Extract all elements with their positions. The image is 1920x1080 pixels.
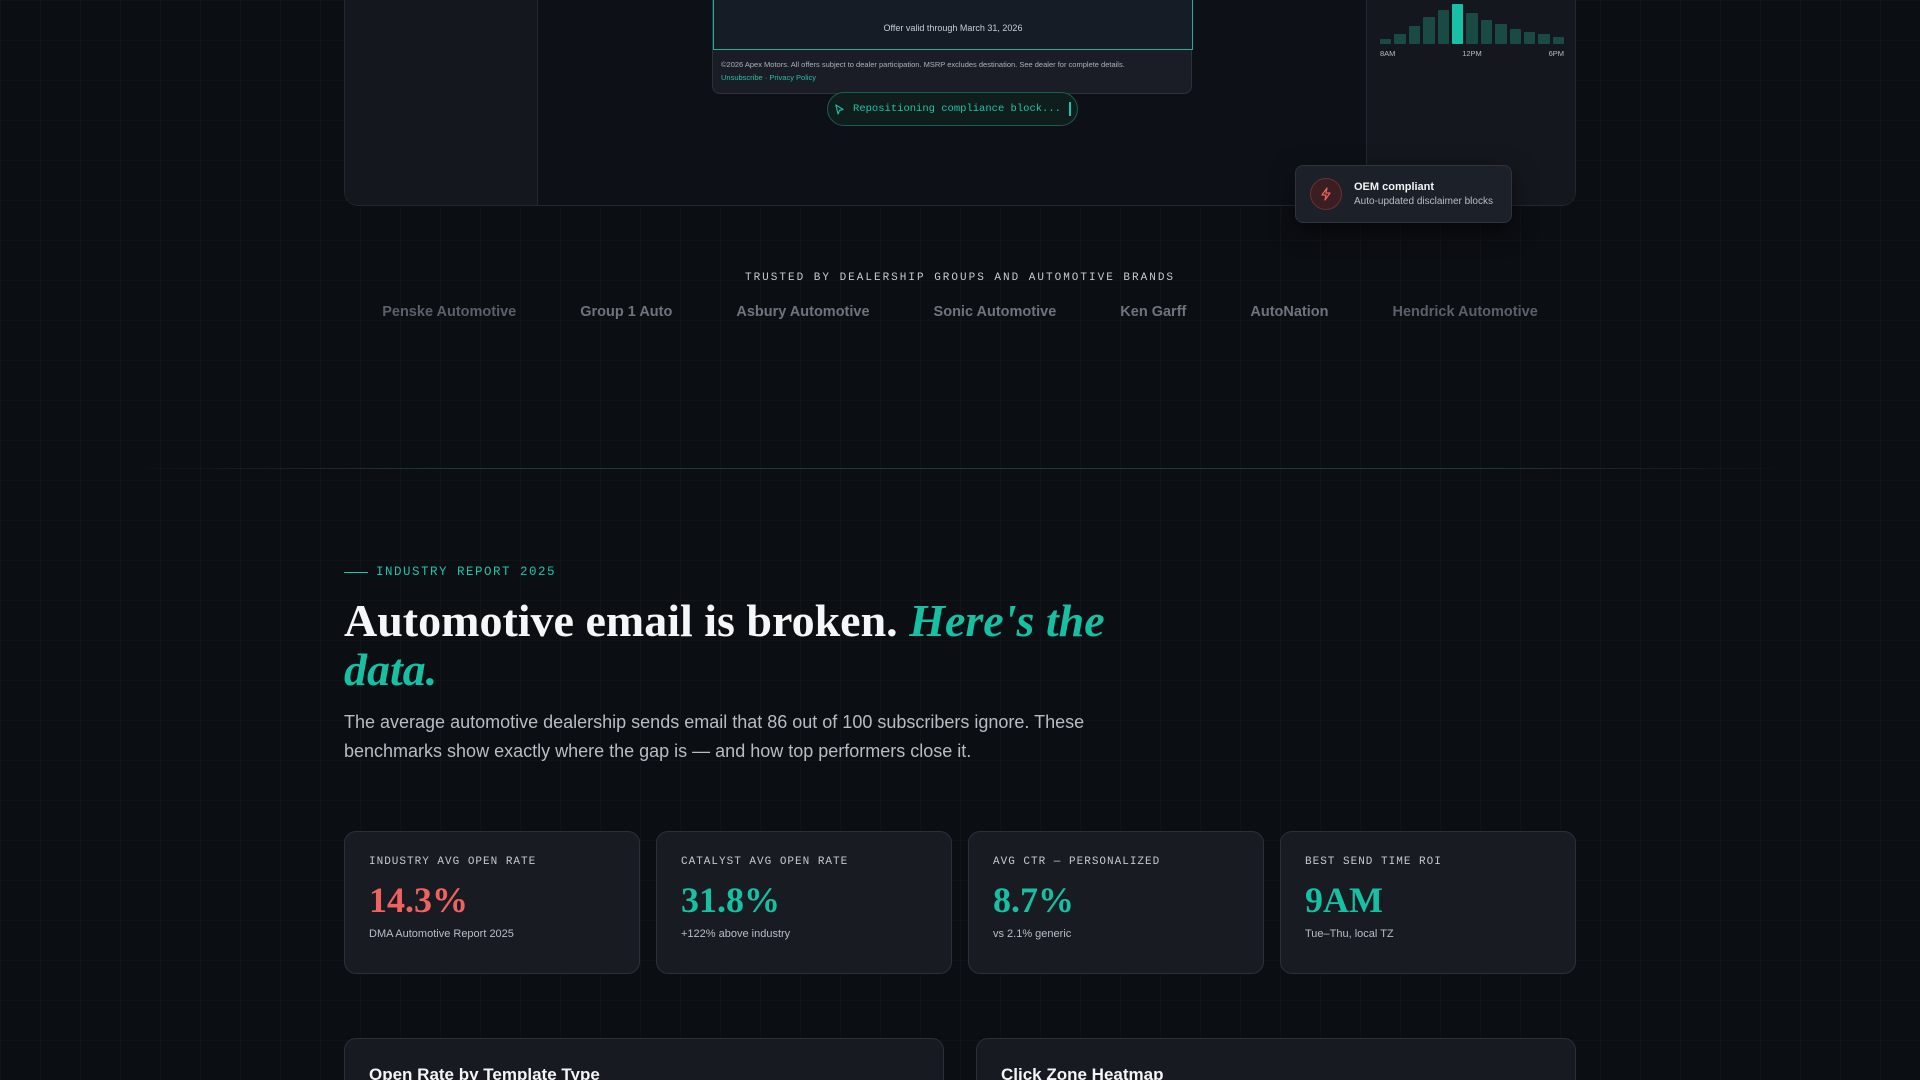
chart-panels-row: Open Rate by Template Type Click Zone He… [344,1038,1576,1080]
status-text: Repositioning compliance block... [853,103,1061,115]
eyebrow-line [344,571,368,573]
mini-chart-bar [1466,13,1478,44]
section-lede: The average automotive dealership sends … [344,712,1085,761]
stats-row: INDUSTRY AVG OPEN RATE 14.3% DMA Automot… [344,831,1576,974]
trusted-heading: TRUSTED BY DEALERSHIP GROUPS AND AUTOMOT… [744,272,1176,284]
brand-logo: Hendrick Automotive [1392,304,1538,320]
brand-logo: Group 1 Auto [580,304,673,320]
mini-axis-label: 6PM [1548,49,1564,58]
stat-label: INDUSTRY AVG OPEN RATE [369,856,537,868]
email-preview-card: Offer valid through March 31, 2026 ©2026… [712,0,1193,94]
mini-chart-bar [1451,4,1464,44]
brand-logo: AutoNation [1250,304,1329,320]
brand-logo: Ken Garff [1120,304,1187,320]
panel-title: Click Zone Heatmap [1001,1065,1164,1080]
section-divider [120,468,1800,469]
offer-block[interactable]: Offer valid through March 31, 2026 [713,0,1193,50]
mini-chart-axis: 8AM 12PM 6PM [1380,49,1564,58]
mini-chart-bar [1437,10,1449,44]
legal-text: ©2026 Apex Motors. All offers subject to… [721,60,1125,69]
mini-chart-bar [1509,29,1521,44]
open-rate-panel: Open Rate by Template Type [344,1038,944,1080]
send-time-mini-chart: 8AM 12PM 6PM [1380,0,1565,60]
mini-chart-bar [1523,32,1536,44]
stat-label: BEST SEND TIME ROI [1305,856,1442,868]
offer-text: Offer valid through March 31, 2026 [883,23,1023,33]
cursor-arrow-icon [835,103,844,115]
brand-logo: Sonic Automotive [933,304,1057,320]
stat-note: +122% above industry [681,928,791,940]
stat-card: BEST SEND TIME ROI 9AM Tue–Thu, local TZ [1280,831,1576,974]
panel-title: Open Rate by Template Type [369,1065,600,1080]
stat-card: AVG CTR — PERSONALIZED 8.7% vs 2.1% gene… [968,831,1264,974]
stat-value: 14.3% [369,880,468,920]
mini-chart-bar [1380,39,1392,44]
mini-chart-bar [1408,26,1421,44]
brand-logo: Asbury Automotive [736,304,870,320]
headline-plain: Automotive email is broken. [344,595,898,646]
legal-links[interactable]: Unsubscribe · Privacy Policy [721,71,1185,84]
stat-note: vs 2.1% generic [993,928,1072,940]
mini-chart-bar [1480,20,1493,44]
stat-label: CATALYST AVG OPEN RATE [681,856,849,868]
stat-value: 31.8% [681,880,780,920]
mini-chart-bar [1423,17,1435,44]
stat-note: DMA Automotive Report 2025 [369,928,514,940]
mini-chart-bar [1538,34,1550,44]
stat-card: INDUSTRY AVG OPEN RATE 14.3% DMA Automot… [344,831,640,974]
mini-chart-bar [1552,37,1565,44]
eyebrow-text: INDUSTRY REPORT 2025 [376,565,557,579]
toast-text: OEM compliant Auto-updated disclaimer bl… [1354,181,1493,207]
stat-value: 9AM [1305,880,1383,920]
mini-chart-bars [1380,0,1565,44]
stat-label: AVG CTR — PERSONALIZED [993,856,1161,868]
brand-logos-row: Penske Automotive Group 1 Auto Asbury Au… [344,304,1576,326]
toast-title: OEM compliant [1354,181,1435,193]
brand-logo: Penske Automotive [382,304,517,320]
stat-card: CATALYST AVG OPEN RATE 31.8% +122% above… [656,831,952,974]
mockup-sidebar [345,0,538,205]
status-pill: Repositioning compliance block... [827,92,1078,126]
legal-disclaimer: ©2026 Apex Motors. All offers subject to… [721,58,1185,84]
text-cursor [1068,102,1071,116]
section-headline: Automotive email is broken. Here's the d… [344,596,1124,694]
stat-note: Tue–Thu, local TZ [1305,928,1394,940]
bolt-icon [1310,178,1342,210]
stat-value: 8.7% [993,880,1074,920]
heatmap-panel: Click Zone Heatmap [976,1038,1576,1080]
toast-subtitle: Auto-updated disclaimer blocks [1354,196,1493,207]
mini-axis-label: 12PM [1462,49,1482,58]
mini-axis-label: 8AM [1380,49,1396,58]
oem-compliant-toast: OEM compliant Auto-updated disclaimer bl… [1295,165,1512,223]
mini-chart-bar [1495,24,1507,44]
mini-chart-bar [1394,34,1406,44]
section-eyebrow: INDUSTRY REPORT 2025 [344,565,556,579]
